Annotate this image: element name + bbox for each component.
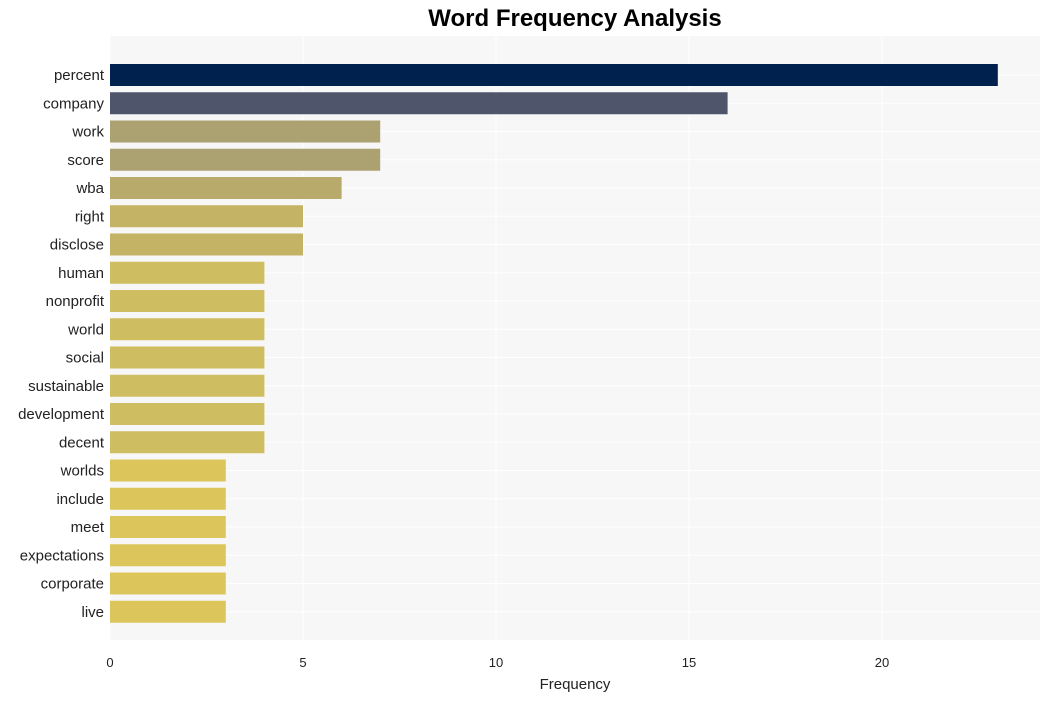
y-tick-label: score bbox=[67, 152, 104, 169]
x-axis-label: Frequency bbox=[540, 676, 611, 693]
bar-meet bbox=[110, 516, 226, 538]
y-tick-label: social bbox=[66, 350, 104, 367]
bar-chart: percent company work score wba right disclose h… bbox=[18, 36, 1040, 693]
y-tick-label: human bbox=[58, 265, 104, 282]
y-tick-label: include bbox=[56, 491, 104, 508]
y-tick-label: company bbox=[43, 95, 104, 112]
x-tick-label: 20 bbox=[875, 655, 889, 670]
y-tick-label: live bbox=[81, 604, 104, 621]
y-tick-label: wba bbox=[75, 180, 104, 197]
y-tick-label: corporate bbox=[41, 576, 104, 593]
y-tick-label: decent bbox=[59, 434, 105, 451]
bar-social bbox=[110, 346, 265, 369]
y-tick-label: development bbox=[18, 406, 105, 423]
bar-world bbox=[110, 318, 265, 341]
bar-live bbox=[110, 600, 226, 623]
bar-development bbox=[110, 403, 265, 425]
y-tick-label: disclose bbox=[50, 237, 104, 254]
bar-sustainable bbox=[110, 374, 265, 397]
y-tick-label: meet bbox=[71, 519, 105, 536]
y-tick-label: right bbox=[75, 208, 105, 225]
bar-score bbox=[110, 148, 381, 171]
bar-corporate bbox=[110, 572, 226, 595]
bar-work bbox=[110, 120, 381, 143]
bar-decent bbox=[110, 431, 265, 454]
y-tick-label: nonprofit bbox=[46, 293, 105, 310]
x-tick-label: 5 bbox=[299, 655, 306, 670]
bar-expectations bbox=[110, 544, 226, 567]
bar-human bbox=[110, 261, 265, 284]
y-tick-label: expectations bbox=[20, 547, 104, 564]
bar-company bbox=[110, 92, 728, 115]
x-tick-label: 10 bbox=[489, 655, 503, 670]
y-tick-label: percent bbox=[54, 67, 105, 84]
bar-nonprofit bbox=[110, 290, 265, 312]
y-tick-label: work bbox=[71, 124, 104, 141]
bar-worlds bbox=[110, 459, 226, 482]
bar-disclose bbox=[110, 233, 303, 256]
y-tick-label: world bbox=[67, 321, 104, 338]
bar-wba bbox=[110, 177, 342, 199]
y-tick-label: sustainable bbox=[28, 378, 104, 395]
x-tick-label: 15 bbox=[682, 655, 696, 670]
bar-include bbox=[110, 487, 226, 510]
bar-right bbox=[110, 205, 303, 228]
x-tick-label: 0 bbox=[106, 655, 113, 670]
y-tick-label: worlds bbox=[60, 463, 104, 480]
bar-percent bbox=[110, 64, 998, 86]
